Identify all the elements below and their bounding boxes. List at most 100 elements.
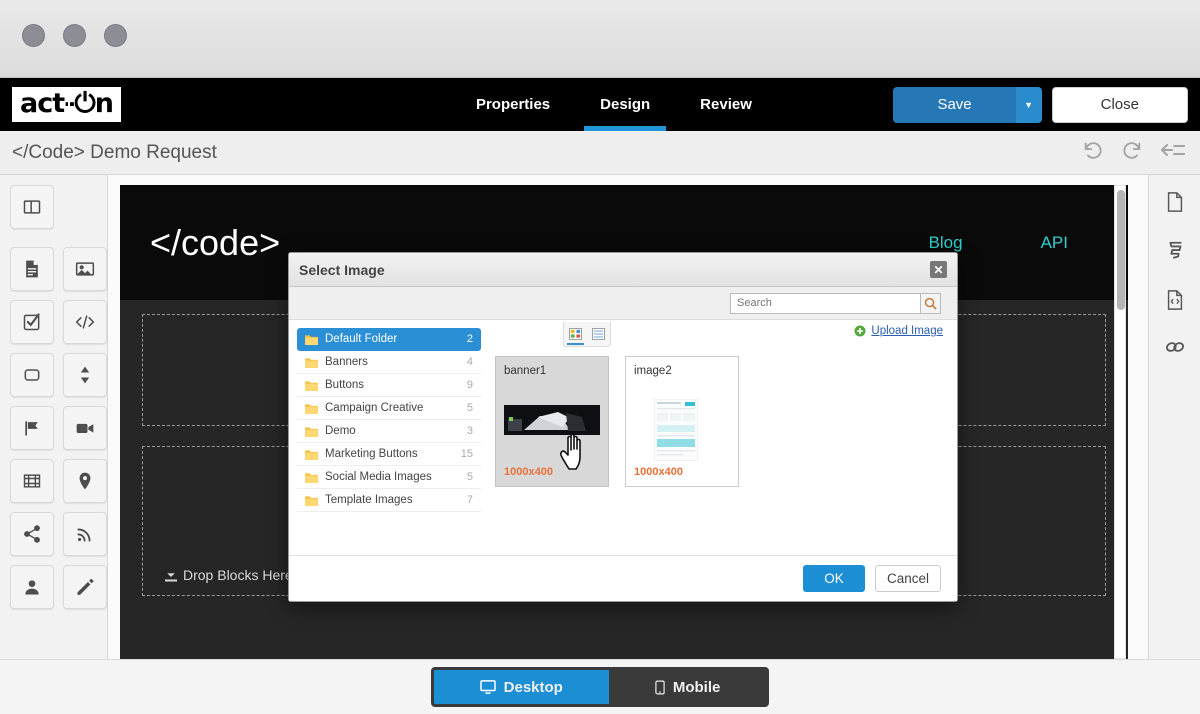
collapse-panel-icon[interactable]: [1160, 140, 1186, 165]
tool-grid: [0, 185, 107, 609]
preview-mode-bar: Desktop Mobile: [0, 659, 1200, 714]
folder-count: 2: [467, 333, 473, 345]
form-checkbox-icon[interactable]: [10, 300, 54, 344]
search-icon[interactable]: [920, 293, 941, 314]
image-dimensions: 1000x400: [504, 466, 553, 478]
left-toolbar: [0, 175, 108, 659]
image-thumbnail[interactable]: banner1: [495, 356, 609, 487]
share-icon[interactable]: [10, 512, 54, 556]
close-dot[interactable]: [22, 24, 45, 47]
button-icon[interactable]: [10, 353, 54, 397]
tab-design[interactable]: Design: [600, 78, 650, 131]
page-title: </Code> Demo Request: [12, 142, 217, 164]
view-toggle: [563, 322, 611, 347]
dialog-header: Select Image ✕: [289, 253, 957, 287]
close-button[interactable]: Close: [1052, 87, 1188, 123]
film-strip-icon[interactable]: [10, 459, 54, 503]
logo-text-n: n: [95, 88, 113, 119]
folder-count: 15: [461, 448, 473, 460]
folder-icon: [305, 357, 318, 368]
folder-label: Social Media Images: [325, 471, 432, 483]
tab-properties[interactable]: Properties: [476, 78, 550, 131]
video-camera-icon[interactable]: [63, 406, 107, 450]
folder-label: Demo: [325, 425, 356, 437]
dialog-title: Select Image: [299, 262, 385, 278]
scrollbar-thumb[interactable]: [1117, 190, 1125, 310]
folder-item[interactable]: Social Media Images 5: [297, 466, 481, 489]
layout-columns-icon[interactable]: [10, 185, 54, 229]
canvas-scrollbar[interactable]: [1114, 185, 1126, 659]
image-dimensions: 1000x400: [634, 466, 683, 478]
text-block-icon[interactable]: [10, 247, 54, 291]
spacer-icon[interactable]: [63, 353, 107, 397]
right-toolbar: [1148, 175, 1200, 659]
upload-image-label: Upload Image: [871, 325, 943, 337]
add-circle-icon: [854, 325, 866, 337]
folder-count: 3: [467, 425, 473, 437]
folder-label: Default Folder: [325, 333, 397, 345]
redo-icon[interactable]: [1121, 139, 1143, 166]
flag-icon[interactable]: [10, 406, 54, 450]
close-icon[interactable]: ✕: [930, 261, 947, 278]
nav-link-blog[interactable]: Blog: [929, 233, 963, 253]
html-code-icon[interactable]: [63, 300, 107, 344]
folder-count: 7: [467, 494, 473, 506]
preview-mode-toggle: Desktop Mobile: [431, 667, 770, 707]
folder-icon: [305, 495, 318, 506]
folder-item[interactable]: Demo 3: [297, 420, 481, 443]
desktop-preview-button[interactable]: Desktop: [434, 670, 609, 704]
save-dropdown-button[interactable]: ▼: [1016, 87, 1042, 123]
ok-button[interactable]: OK: [803, 565, 865, 592]
canvas-nav-links: Blog API: [929, 233, 1068, 253]
dialog-search-row: [289, 287, 957, 320]
tab-review[interactable]: Review: [700, 78, 752, 131]
folder-count: 5: [467, 471, 473, 483]
image-gallery: Upload Image banner1: [481, 320, 957, 555]
folder-label: Marketing Buttons: [325, 448, 418, 460]
folder-icon: [305, 472, 318, 483]
folder-icon: [305, 426, 318, 437]
contact-person-icon[interactable]: [10, 565, 54, 609]
code-file-icon[interactable]: [1165, 289, 1185, 316]
select-image-dialog: Select Image ✕ Default F: [288, 252, 958, 602]
folder-item[interactable]: Marketing Buttons 15: [297, 443, 481, 466]
upload-image-link[interactable]: Upload Image: [854, 325, 943, 337]
search-box: [730, 293, 941, 314]
document-toolbar: </Code> Demo Request: [0, 131, 1200, 175]
browser-chrome: [0, 0, 1200, 78]
image-icon[interactable]: [63, 247, 107, 291]
folder-count: 5: [467, 402, 473, 414]
map-pin-icon[interactable]: [63, 459, 107, 503]
folder-item[interactable]: Banners 4: [297, 351, 481, 374]
maximize-dot[interactable]: [104, 24, 127, 47]
list-view-icon[interactable]: [587, 322, 610, 346]
folder-item[interactable]: Template Images 7: [297, 489, 481, 512]
folder-icon: [305, 403, 318, 414]
search-input[interactable]: [730, 293, 920, 314]
save-button[interactable]: Save: [893, 87, 1015, 123]
folder-item[interactable]: Default Folder 2: [297, 328, 481, 351]
folder-item[interactable]: Campaign Creative 5: [297, 397, 481, 420]
css3-icon[interactable]: [1165, 240, 1185, 267]
minimize-dot[interactable]: [63, 24, 86, 47]
image-thumbnail[interactable]: image2: [625, 356, 739, 487]
dialog-body: Default Folder 2 Banners 4 Buttons 9: [289, 320, 957, 555]
link-chain-icon[interactable]: [1164, 338, 1186, 361]
phone-icon: [655, 680, 665, 695]
image-preview: [504, 405, 600, 435]
toolbar-icons: [1082, 139, 1186, 166]
thumbnail-grid: banner1: [495, 356, 943, 487]
folder-icon: [305, 334, 318, 345]
folder-item[interactable]: Buttons 9: [297, 374, 481, 397]
canvas-logo: </code>: [150, 222, 280, 264]
grid-view-icon[interactable]: [564, 322, 587, 346]
folder-label: Buttons: [325, 379, 364, 391]
header-tabs: Properties Design Review: [476, 78, 752, 131]
page-icon[interactable]: [1165, 191, 1185, 218]
pencil-edit-icon[interactable]: [63, 565, 107, 609]
undo-icon[interactable]: [1082, 139, 1104, 166]
cancel-button[interactable]: Cancel: [875, 565, 941, 592]
nav-link-api[interactable]: API: [1041, 233, 1068, 253]
mobile-preview-button[interactable]: Mobile: [609, 670, 767, 704]
rss-icon[interactable]: [63, 512, 107, 556]
